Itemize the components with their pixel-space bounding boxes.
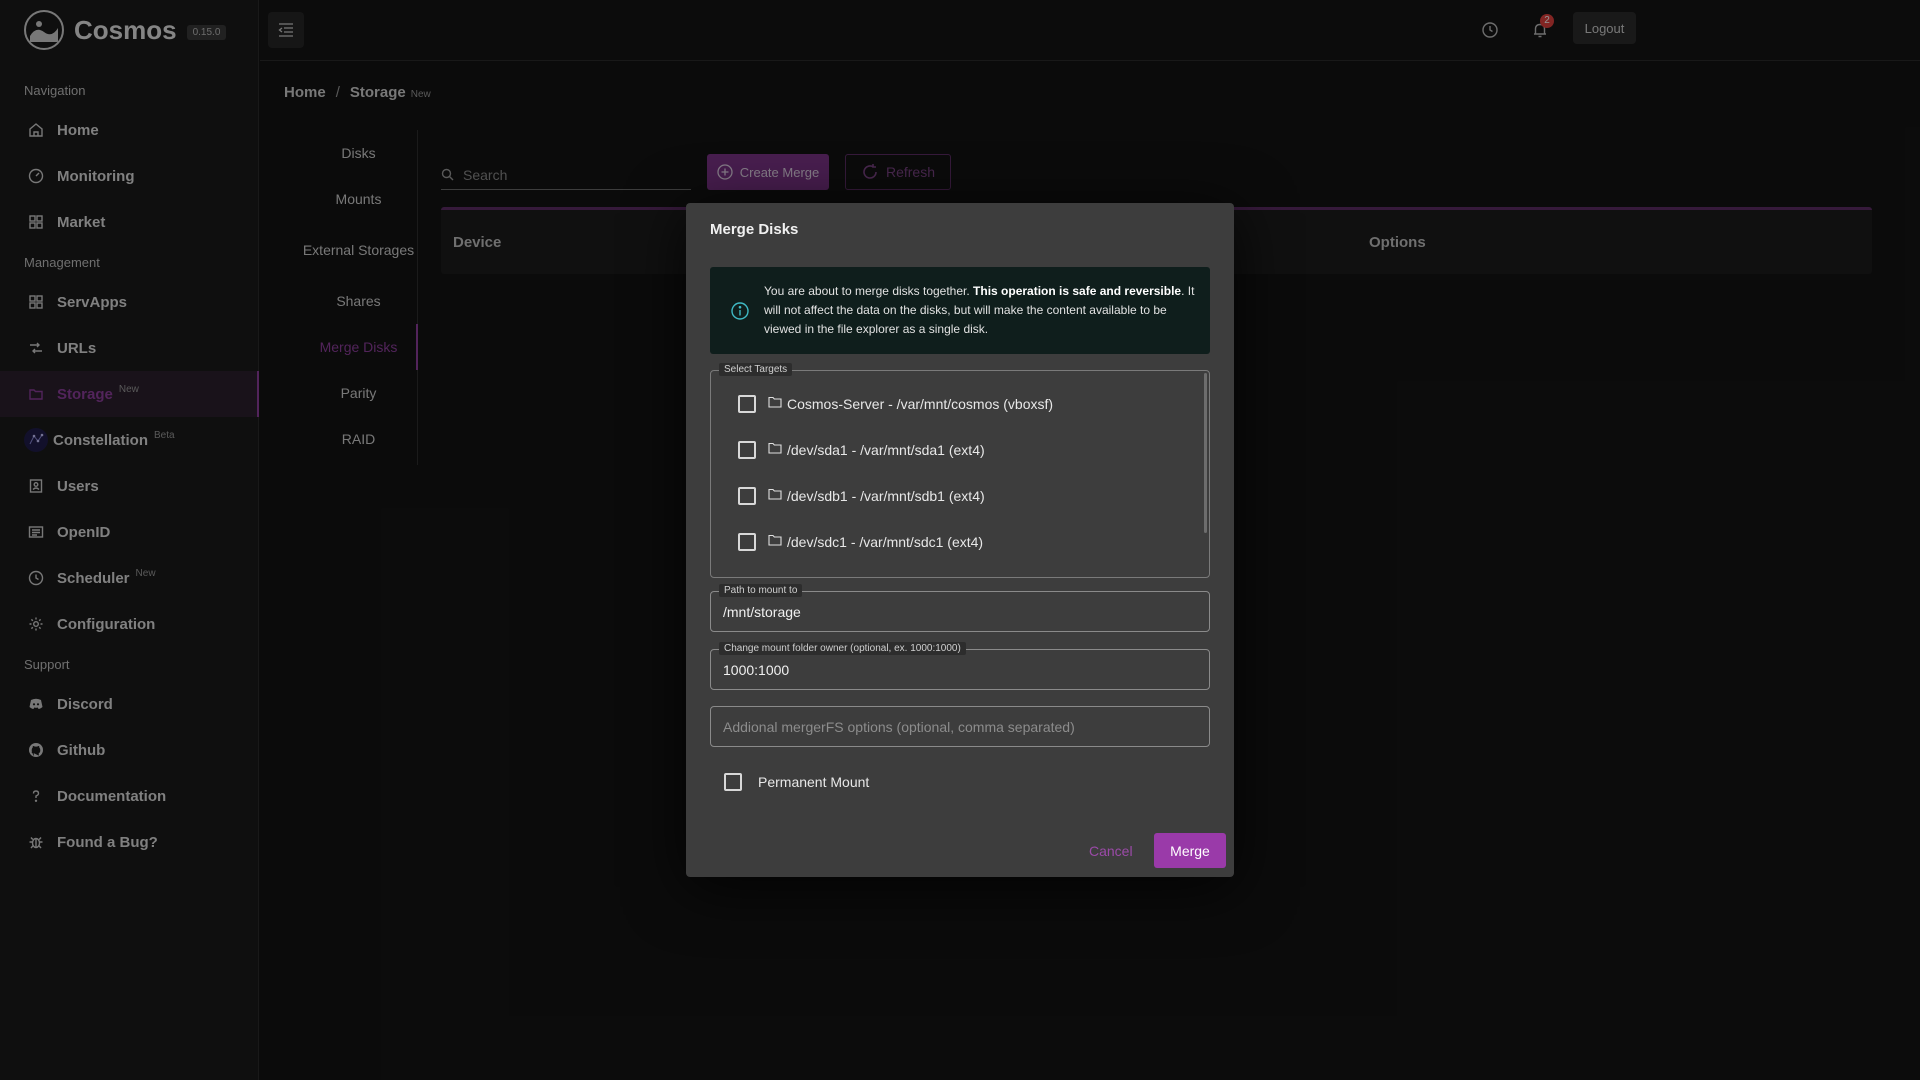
app-root: Cosmos 0.15.0 Navigation Home Monitoring… — [0, 0, 1920, 1080]
mergerfs-options-field[interactable]: Addional mergerFS options (optional, com… — [710, 706, 1210, 747]
folder-icon — [768, 488, 782, 500]
target-checkbox[interactable] — [738, 441, 756, 459]
target-option[interactable]: /dev/sdb1 - /var/mnt/sdb1 (ext4) — [738, 484, 985, 508]
mergerfs-options-placeholder: Addional mergerFS options (optional, com… — [723, 718, 1075, 735]
target-label: /dev/sdc1 - /var/mnt/sdc1 (ext4) — [787, 534, 984, 550]
target-option[interactable]: /dev/sdc1 - /var/mnt/sdc1 (ext4) — [738, 530, 983, 554]
permanent-mount-option[interactable]: Permanent Mount — [724, 773, 869, 791]
info-icon — [730, 301, 750, 321]
target-checkbox[interactable] — [738, 395, 756, 413]
alert-text-bold: This operation is safe and reversible — [973, 284, 1182, 298]
target-checkbox[interactable] — [738, 533, 756, 551]
alert-text-pre: You are about to merge disks together. — [764, 284, 974, 298]
folder-icon — [768, 442, 782, 454]
owner-label: Change mount folder owner (optional, ex.… — [719, 642, 966, 655]
merge-button[interactable]: Merge — [1154, 833, 1226, 868]
permanent-mount-label: Permanent Mount — [758, 774, 870, 790]
info-alert: You are about to merge disks together. T… — [710, 267, 1210, 354]
permanent-mount-checkbox[interactable] — [724, 773, 742, 791]
alert-text: You are about to merge disks together. T… — [764, 282, 1196, 339]
target-label: /dev/sdb1 - /var/mnt/sdb1 (ext4) — [787, 488, 985, 504]
select-targets-legend: Select Targets — [719, 363, 793, 376]
mount-path-value: /mnt/storage — [723, 603, 801, 620]
folder-icon — [768, 396, 782, 408]
owner-value: 1000:1000 — [723, 661, 790, 678]
target-label: Cosmos-Server - /var/mnt/cosmos (vboxsf) — [787, 396, 1054, 412]
targets-scrollbar[interactable] — [1204, 373, 1207, 533]
mount-path-field[interactable]: Path to mount to /mnt/storage — [710, 584, 1210, 632]
dialog-title: Merge Disks — [710, 221, 799, 238]
cancel-button[interactable]: Cancel — [1089, 843, 1133, 859]
target-option[interactable]: /dev/sda1 - /var/mnt/sda1 (ext4) — [738, 438, 985, 462]
merge-disks-dialog: Merge Disks You are about to merge disks… — [686, 203, 1234, 877]
mount-path-label: Path to mount to — [719, 584, 803, 597]
target-label: /dev/sda1 - /var/mnt/sda1 (ext4) — [787, 442, 985, 458]
target-checkbox[interactable] — [738, 487, 756, 505]
folder-icon — [768, 534, 782, 546]
owner-field[interactable]: Change mount folder owner (optional, ex.… — [710, 642, 1210, 690]
select-targets-group: Select Targets Cosmos-Server - /var/mnt/… — [710, 363, 1210, 578]
target-option[interactable]: Cosmos-Server - /var/mnt/cosmos (vboxsf) — [738, 392, 1053, 416]
